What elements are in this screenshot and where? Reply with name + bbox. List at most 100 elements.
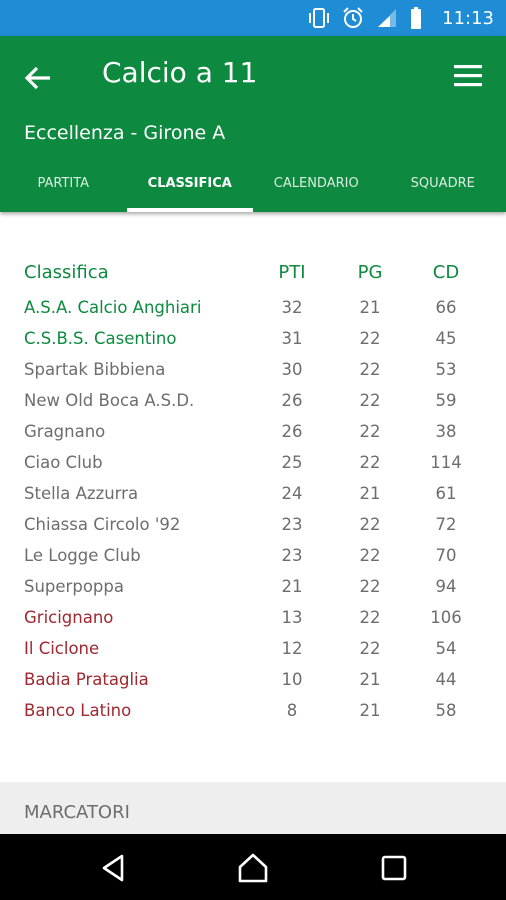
- cell-pg: 22: [359, 515, 381, 534]
- tab-calendario[interactable]: CALENDARIO: [253, 164, 380, 212]
- cell-pg: 21: [359, 701, 381, 720]
- cell-pti: 21: [281, 577, 303, 596]
- table-row[interactable]: Ciao Club 25 22 114: [0, 447, 506, 478]
- app-bar: Calcio a 11 Eccellenza - Girone A PARTIT…: [0, 36, 506, 212]
- cell-pg: 22: [359, 546, 381, 565]
- signal-icon: [378, 9, 396, 27]
- cell-cd: 94: [435, 577, 457, 596]
- cell-cd: 70: [435, 546, 457, 565]
- cell-pti: 8: [286, 701, 298, 720]
- status-bar: 11:13: [0, 0, 506, 36]
- cell-team: Le Logge Club: [24, 546, 141, 565]
- cell-pti: 32: [281, 298, 303, 317]
- cell-team: New Old Boca A.S.D.: [24, 391, 195, 410]
- standings-table: Classifica PTI PG CD A.S.A. Calcio Anghi…: [0, 262, 506, 726]
- page-title: Calcio a 11: [102, 56, 258, 89]
- cell-team: Gricignano: [24, 608, 114, 627]
- cell-cd: 53: [435, 360, 457, 379]
- cell-team: Badia Prataglia: [24, 670, 149, 689]
- cell-pti: 12: [281, 639, 303, 658]
- table-row[interactable]: Superpoppa 21 22 94: [0, 571, 506, 602]
- cell-pg: 22: [359, 608, 381, 627]
- cell-pg: 22: [359, 391, 381, 410]
- marcatori-section[interactable]: MARCATORI: [0, 782, 506, 834]
- cell-pti: 30: [281, 360, 303, 379]
- cell-pg: 22: [359, 422, 381, 441]
- cell-pti: 10: [281, 670, 303, 689]
- hamburger-menu-icon[interactable]: [452, 62, 484, 90]
- cell-pg: 22: [359, 453, 381, 472]
- navigation-bar: [0, 834, 506, 900]
- cell-pg: 22: [359, 639, 381, 658]
- cell-cd: 45: [435, 329, 457, 348]
- alarm-icon: [343, 7, 363, 28]
- status-icons: [308, 6, 422, 30]
- cell-team: Superpoppa: [24, 577, 124, 596]
- tab-bar: PARTITA CLASSIFICA CALENDARIO SQUADRE: [0, 164, 506, 212]
- table-row[interactable]: New Old Boca A.S.D. 26 22 59: [0, 385, 506, 416]
- table-row[interactable]: Banco Latino 8 21 58: [0, 695, 506, 726]
- table-row[interactable]: A.S.A. Calcio Anghiari 32 21 66: [0, 292, 506, 323]
- cell-team: Chiassa Circolo '92: [24, 515, 181, 534]
- cell-cd: 106: [430, 608, 462, 627]
- header-pg: PG: [357, 262, 383, 283]
- cell-team: Il Ciclone: [24, 639, 100, 658]
- cell-cd: 61: [435, 484, 457, 503]
- cell-pti: 31: [281, 329, 303, 348]
- back-triangle-icon[interactable]: [98, 852, 130, 884]
- cell-pg: 22: [359, 577, 381, 596]
- cell-cd: 59: [435, 391, 457, 410]
- cell-team: Gragnano: [24, 422, 106, 441]
- table-row[interactable]: Spartak Bibbiena 30 22 53: [0, 354, 506, 385]
- cell-team: Ciao Club: [24, 453, 103, 472]
- cell-pg: 21: [359, 484, 381, 503]
- cell-pg: 22: [359, 360, 381, 379]
- cell-pti: 23: [281, 546, 303, 565]
- clock: 11:13: [442, 8, 494, 29]
- recents-icon[interactable]: [378, 852, 410, 884]
- tab-squadre[interactable]: SQUADRE: [380, 164, 506, 212]
- cell-pti: 26: [281, 391, 303, 410]
- cell-cd: 66: [435, 298, 457, 317]
- cell-pti: 24: [281, 484, 303, 503]
- table-row[interactable]: C.S.B.S. Casentino 31 22 45: [0, 323, 506, 354]
- cell-pti: 13: [281, 608, 303, 627]
- cell-team: C.S.B.S. Casentino: [24, 329, 177, 348]
- cell-pg: 21: [359, 298, 381, 317]
- table-row[interactable]: Stella Azzurra 24 21 61: [0, 478, 506, 509]
- table-row[interactable]: Il Ciclone 12 22 54: [0, 633, 506, 664]
- table-row[interactable]: Badia Prataglia 10 21 44: [0, 664, 506, 695]
- header-cd: CD: [432, 262, 460, 283]
- cell-cd: 114: [430, 453, 462, 472]
- cell-team: A.S.A. Calcio Anghiari: [24, 298, 202, 317]
- cell-team: Banco Latino: [24, 701, 132, 720]
- tab-classifica[interactable]: CLASSIFICA: [126, 164, 254, 212]
- cell-pg: 22: [359, 329, 381, 348]
- table-row[interactable]: Le Logge Club 23 22 70: [0, 540, 506, 571]
- cell-team: Stella Azzurra: [24, 484, 139, 503]
- cell-pti: 23: [281, 515, 303, 534]
- battery-icon: [411, 7, 421, 29]
- home-icon[interactable]: [237, 852, 269, 884]
- header-pti: PTI: [278, 262, 306, 283]
- back-arrow-icon[interactable]: [22, 62, 54, 94]
- header-team: Classifica: [24, 262, 109, 283]
- table-header: Classifica PTI PG CD: [0, 262, 506, 292]
- vibrate-icon: [309, 8, 329, 28]
- cell-cd: 58: [435, 701, 457, 720]
- marcatori-label: MARCATORI: [24, 802, 130, 823]
- cell-cd: 54: [435, 639, 457, 658]
- cell-pg: 21: [359, 670, 381, 689]
- cell-cd: 44: [435, 670, 457, 689]
- cell-cd: 72: [435, 515, 457, 534]
- tab-partita[interactable]: PARTITA: [0, 164, 127, 212]
- competition-subtitle: Eccellenza - Girone A: [24, 122, 226, 144]
- cell-team: Spartak Bibbiena: [24, 360, 166, 379]
- cell-pti: 25: [281, 453, 303, 472]
- table-row[interactable]: Chiassa Circolo '92 23 22 72: [0, 509, 506, 540]
- table-row[interactable]: Gricignano 13 22 106: [0, 602, 506, 633]
- table-row[interactable]: Gragnano 26 22 38: [0, 416, 506, 447]
- cell-pti: 26: [281, 422, 303, 441]
- cell-cd: 38: [435, 422, 457, 441]
- table-body: A.S.A. Calcio Anghiari 32 21 66 C.S.B.S. Cas…: [0, 292, 506, 726]
